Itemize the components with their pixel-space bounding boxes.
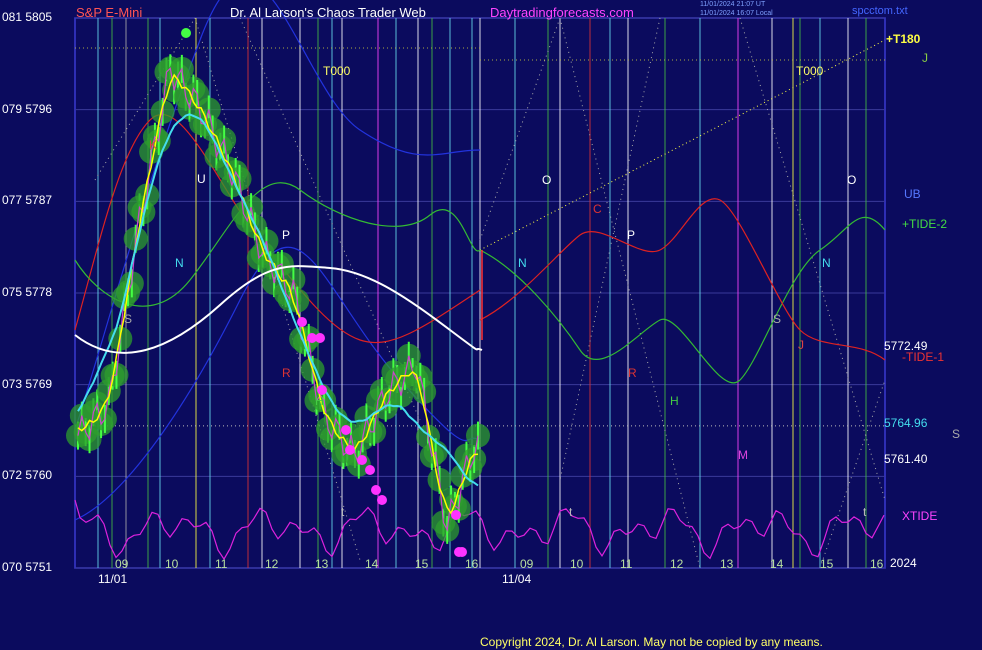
x-tick-label: 14 [770,557,784,571]
date-label-1: 11/01 [98,572,128,586]
magenta-dot [341,425,351,435]
site-title: Dr. Al Larson's Chaos Trader Web [230,5,426,20]
letter-r: R [282,366,291,380]
letter-h-right: H [670,394,679,408]
site-url[interactable]: Daytradingforecasts.com [490,5,634,20]
tide2-line [479,216,886,384]
date-label-2: 11/04 [502,572,532,586]
t180-label: +T180 [886,32,921,46]
t000-marker-1: T000 [323,64,351,78]
letter-o-right: O [542,173,552,187]
magenta-dot [371,485,381,495]
magenta-dot [315,333,325,343]
letter-t-2: t [569,505,573,519]
symbol-title: S&P E-Mini [76,5,143,20]
diagonal-dotted-line [739,17,886,501]
y-tick-label: 081 5805 [2,10,53,24]
letter-o-right-2: O [847,173,857,187]
price-bars [66,54,490,544]
timestamp-ut: 11/01/2024 21:07 UT [700,1,766,8]
letter-t-3: t [863,505,867,519]
x-tick-label: 14 [365,557,379,571]
letter-c-right: C [593,202,602,216]
x-tick-label: 10 [165,557,179,571]
j-label: J [922,51,928,65]
x-tick-label: 13 [315,557,329,571]
x-tick-label: 10 [570,557,584,571]
year-label: 2024 [890,556,917,570]
ub-label: UB [904,187,921,201]
x-tick-label: 12 [265,557,279,571]
x-tick-label: 15 [415,557,429,571]
magenta-dot [377,495,387,505]
letter-j-right: J [798,338,804,352]
s-label: S [952,427,961,441]
magenta-dot [365,465,375,475]
letter-n: N [175,256,184,270]
chart-canvas [66,0,886,569]
x-tick-label: 09 [115,557,129,571]
t000-marker-2: T000 [796,64,824,78]
y-tick-label: 077 5787 [2,193,53,208]
xtide-label: XTIDE [902,509,938,523]
timestamp-local: 11/01/2024 16:07 Local [700,10,773,17]
letter-p: P [282,228,291,242]
tide2-label: +TIDE-2 [902,217,948,231]
magenta-dot [345,445,355,455]
letter-r-right: R [628,366,637,380]
letter-m-right: M [738,448,748,462]
magenta-dot [457,547,467,557]
magenta-dot [451,510,461,520]
copyright: Copyright 2024, Dr. Al Larson. May not b… [480,635,823,649]
price-level-2: 5764.96 [884,416,928,430]
y-tick-label: 079 5796 [2,101,53,116]
x-tick-label: 11 [620,557,633,571]
y-tick-label: 075 5778 [2,285,53,299]
x-tick-label: 09 [520,557,534,571]
y-tick-label: 072 5760 [2,468,53,483]
magenta-dot [357,455,367,465]
letter-k: K [149,138,158,152]
start-dot [181,28,191,38]
x-tick-label: 13 [720,557,734,571]
tide1-label: -TIDE-1 [902,350,944,364]
letter-u: U [197,172,206,186]
y-tick-label: 073 5769 [2,376,53,391]
y-tick-label: 070 5751 [2,560,53,574]
magenta-dot [297,317,307,327]
x-tick-label: 16 [465,557,479,571]
letter-s-right: S [773,312,782,326]
x-tick-label: 12 [670,557,684,571]
t180-line [479,39,886,251]
letter-n-right: N [518,256,527,270]
letter-h: H [315,394,324,408]
x-tick-label: 11 [215,557,228,571]
tide1-line [479,198,886,361]
x-tick-label: 16 [870,557,884,571]
letter-s: S [124,312,133,326]
price-level-3: 5761.40 [884,452,928,466]
file-name: spcctom.txt [852,5,908,17]
diagonal-dotted-line [819,379,886,569]
letter-p-right: P [627,228,636,242]
letter-t-1: t [341,505,345,519]
letter-n-right-2: N [822,256,831,270]
x-tick-label: 15 [820,557,834,571]
